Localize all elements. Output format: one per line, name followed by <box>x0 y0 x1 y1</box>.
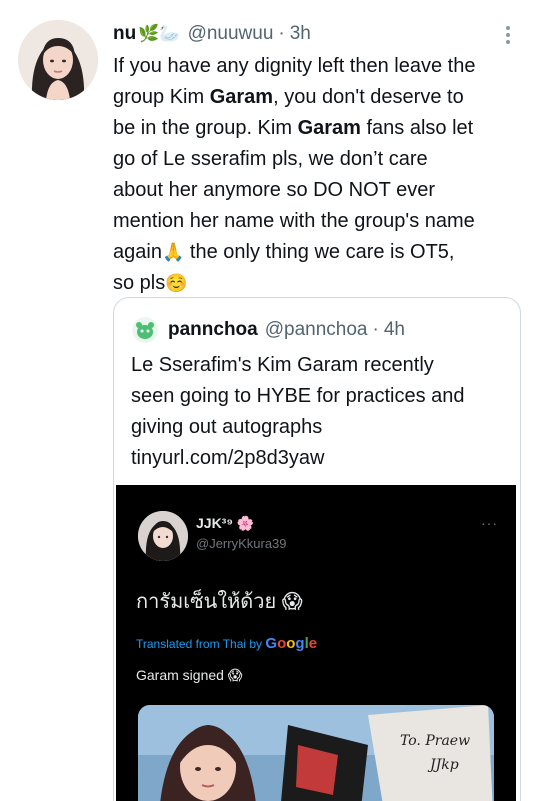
embedded-caption: Garam signed 😱 <box>136 667 243 683</box>
separator: · <box>278 23 285 44</box>
quoted-timestamp[interactable]: 4h <box>384 319 405 341</box>
text-line: group Kim Garam, you don't deserve to <box>113 86 464 108</box>
quoted-tweet-header: pannchoa @pannchoa · 4h <box>132 317 405 343</box>
quoted-display-name[interactable]: pannchoa <box>168 319 258 341</box>
author-avatar[interactable] <box>18 20 98 100</box>
embedded-handle: @JerryKkura39 <box>196 536 287 551</box>
text-line: mention her name with the group's name <box>113 210 475 232</box>
handwriting-line-1: To. Praew <box>400 733 471 749</box>
text-line: so pls☺️ <box>113 272 188 294</box>
text-line: If you have any dignity left then leave … <box>113 55 476 77</box>
handwriting-line-2: JJkp <box>430 757 459 773</box>
google-logo: Google <box>265 635 318 652</box>
embedded-thai-text: การัมเซ็นให้ด้วย 😱 <box>136 591 303 613</box>
embedded-display-name: JJK³⁹ 🌸 <box>196 515 255 531</box>
quoted-tweet-text: Le Sserafim's Kim Garam recently seen go… <box>131 350 511 474</box>
embedded-more-icon: ··· <box>481 515 498 531</box>
quoted-author-avatar[interactable] <box>132 317 158 343</box>
author-handle[interactable]: @nuuwuu <box>188 23 274 45</box>
text-line: again🙏 the only thing we care is OT5, <box>113 241 455 263</box>
more-vertical-icon[interactable] <box>500 24 516 44</box>
text-line: seen going to HYBE for practices and <box>131 385 465 407</box>
smiling-emoji: ☺️ <box>165 273 188 293</box>
tweet[interactable]: nu 🌿🦢 @nuuwuu · 3h If you have any digni… <box>0 0 545 801</box>
translated-from-label: Translated from Thai by Google <box>136 635 318 652</box>
text-line: tinyurl.com/2p8d3yaw <box>131 447 325 469</box>
name-emoji: 🌿🦢 <box>138 24 181 43</box>
embedded-screenshot[interactable]: JJK³⁹ 🌸 @JerryKkura39 ··· การัมเซ็นให้ด้… <box>116 485 516 801</box>
quoted-handle[interactable]: @pannchoa <box>265 319 368 341</box>
tweet-text: If you have any dignity left then leave … <box>113 51 531 299</box>
embedded-author-avatar <box>138 511 188 561</box>
text-line: Le Sserafim's Kim Garam recently <box>131 354 434 376</box>
text-line: giving out autographs <box>131 416 323 438</box>
embedded-photo: To. Praew JJkp <box>138 705 494 801</box>
text-line: be in the group. Kim Garam fans also let <box>113 117 474 139</box>
text-line: about her anymore so DO NOT ever <box>113 179 435 201</box>
highlight-term: Garam <box>209 86 274 108</box>
separator: · <box>372 319 379 340</box>
tweet-header: nu 🌿🦢 @nuuwuu · 3h <box>113 22 311 46</box>
tweet-timestamp[interactable]: 3h <box>290 23 311 45</box>
text-line: go of Le sserafim pls, we don’t care <box>113 148 428 170</box>
highlight-term: Garam <box>297 117 361 139</box>
quoted-tweet[interactable]: pannchoa @pannchoa · 4h Le Sserafim's Ki… <box>113 297 521 801</box>
author-display-name[interactable]: nu <box>113 23 136 45</box>
folded-hands-emoji: 🙏 <box>161 242 185 262</box>
